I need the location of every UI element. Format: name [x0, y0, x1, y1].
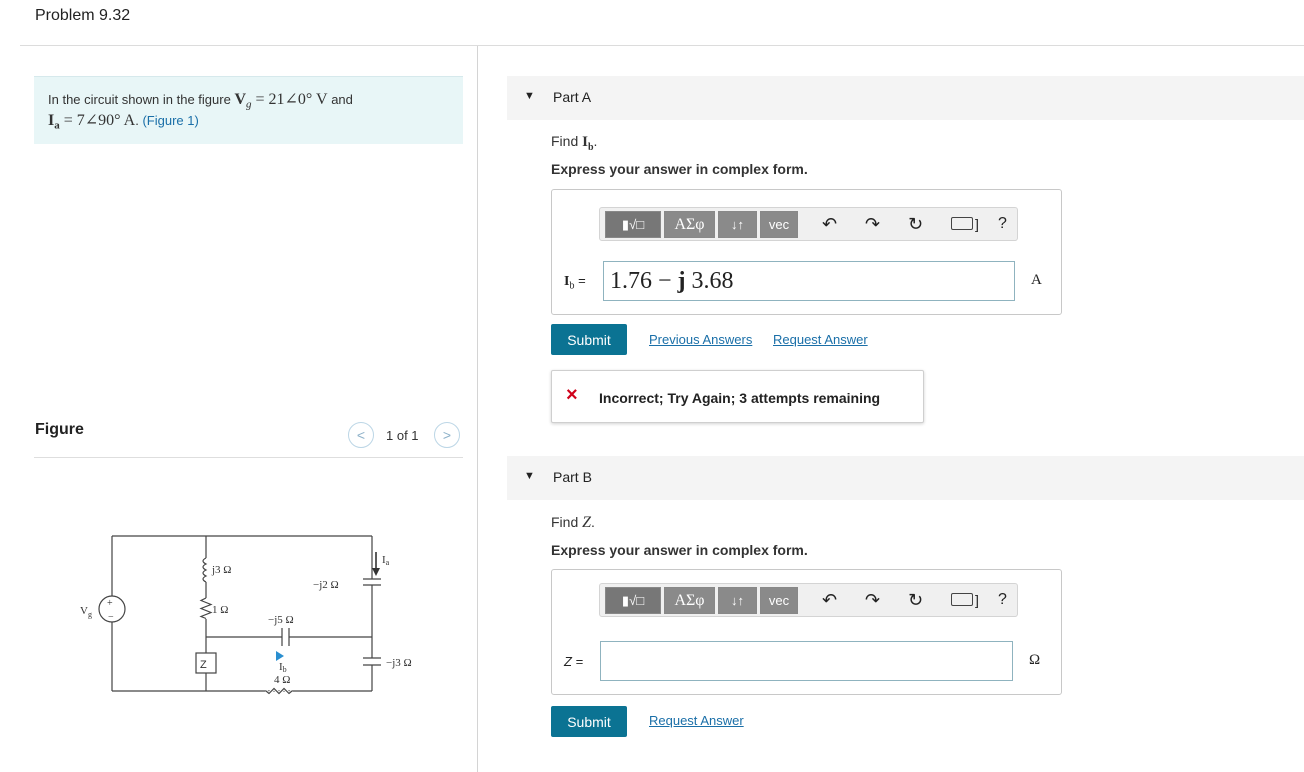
part-b-submit-button[interactable]: Submit [551, 706, 627, 737]
statement-line-2: Ia = 7∠90° A. (Figure 1) [48, 110, 199, 132]
part-b-request-answer-link[interactable]: Request Answer [649, 713, 744, 728]
capacitor-neg-j5 [281, 628, 290, 646]
part-a-answer-input[interactable]: 1.76 − j 3.68 [603, 261, 1015, 301]
help-icon[interactable]: ? [998, 590, 1007, 610]
part-a-question: Find Ib. [551, 133, 597, 153]
subscript-button[interactable]: ↓↑ [718, 211, 757, 238]
j3-label: j3 Ω [211, 564, 231, 576]
symbols-button[interactable]: ΑΣφ [664, 587, 715, 614]
caret-down-icon: ▼ [524, 90, 535, 102]
find-prefix: Find [551, 133, 583, 149]
find-suffix: . [591, 514, 595, 530]
math-toolbar-a: ▮√□ ΑΣφ ↓↑ vec ↶ ↷ ↻ ] ? [599, 207, 1018, 241]
problem-title: Problem 9.32 [35, 7, 131, 24]
feedback-message: Incorrect; Try Again; 3 attempts remaini… [599, 390, 881, 406]
capacitor-neg-j3 [363, 657, 381, 666]
statement-line-1: In the circuit shown in the figure Vg = … [48, 89, 353, 111]
part-a-answer-box: ▮√□ ΑΣφ ↓↑ vec ↶ ↷ ↻ ] ? Ib = 1.76 − j 3… [551, 189, 1062, 315]
symbols-button[interactable]: ΑΣφ [664, 211, 715, 238]
answer-real: 1.76 − [610, 268, 678, 294]
part-b-question: Find Z. [551, 514, 595, 532]
redo-icon[interactable]: ↷ [865, 214, 880, 234]
template-icon: ▮√□ [621, 216, 645, 232]
incorrect-icon: × [566, 384, 578, 406]
part-a-submit-button[interactable]: Submit [551, 324, 627, 355]
find-prefix: Find [551, 514, 583, 530]
source-minus: − [108, 612, 114, 623]
statement-prefix: In the circuit shown in the figure [48, 92, 235, 107]
z-label: Z [200, 659, 207, 671]
part-b-unit: Ω [1029, 652, 1041, 668]
part-b-answer-input[interactable] [600, 641, 1013, 681]
r1-label: 1 Ω [212, 604, 228, 616]
answer-j: j [677, 268, 686, 294]
undo-icon[interactable]: ↶ [822, 590, 837, 610]
figure-pager-text: 1 of 1 [386, 428, 419, 443]
circuit-diagram: Vg + − j3 Ω 1 Ω Z −j5 Ω Ib 4 Ω −j2 Ω Ia … [80, 535, 412, 696]
figure-divider [34, 457, 463, 458]
find-suffix: . [593, 133, 598, 149]
part-a-request-answer-link[interactable]: Request Answer [773, 332, 868, 347]
part-b-answer-label: Z = [564, 654, 584, 669]
find-var: Z [582, 514, 592, 531]
vec-button[interactable]: vec [760, 587, 798, 614]
capacitor-neg-j2 [363, 578, 381, 586]
inductor-j3 [202, 557, 208, 583]
vec-button[interactable]: vec [760, 211, 798, 238]
previous-answers-link[interactable]: Previous Answers [649, 332, 752, 347]
header-divider [20, 45, 1304, 46]
figure-prev-button[interactable]: < [348, 422, 374, 448]
part-a-answer-label: Ib = [564, 273, 586, 292]
r4-label: 4 Ω [274, 674, 290, 686]
template-button[interactable]: ▮√□ [605, 211, 661, 238]
part-a-unit: A [1031, 272, 1042, 288]
feedback-box: × Incorrect; Try Again; 3 attempts remai… [551, 370, 924, 423]
figure-link[interactable]: (Figure 1) [142, 113, 198, 128]
ia-arrow-head [372, 568, 380, 576]
ia-value: = 7∠90° A [59, 112, 136, 129]
caret-down-icon: ▼ [524, 470, 535, 482]
part-b-title: Part B [553, 469, 592, 485]
help-icon[interactable]: ? [998, 214, 1007, 234]
and-text: and [327, 92, 353, 107]
reset-icon[interactable]: ↻ [908, 214, 923, 234]
subscript-button[interactable]: ↓↑ [718, 587, 757, 614]
ia-label: Ia [382, 554, 390, 567]
math-toolbar-b: ▮√□ ΑΣφ ↓↑ vec ↶ ↷ ↻ ] ? [599, 583, 1018, 617]
template-button[interactable]: ▮√□ [605, 587, 661, 614]
answer-imag: 3.68 [685, 268, 734, 294]
vg-value: = 21∠0° V [251, 91, 328, 108]
problem-statement: In the circuit shown in the figure Vg = … [34, 76, 463, 144]
ib-arrow-head [276, 651, 284, 661]
undo-icon[interactable]: ↶ [822, 214, 837, 234]
part-a-instruction: Express your answer in complex form. [551, 161, 808, 177]
source-label: Vg [80, 605, 92, 619]
resistor-1ohm [199, 597, 213, 620]
template-icon: ▮√□ [621, 592, 645, 608]
vg-symbol: V [234, 91, 246, 108]
panel-divider [477, 46, 478, 772]
part-a-header[interactable]: ▼ Part A [507, 76, 1304, 120]
ib-label: Ib [279, 661, 287, 674]
part-b-header[interactable]: ▼ Part B [507, 456, 1304, 500]
reset-icon[interactable]: ↻ [908, 590, 923, 610]
neg-j3-label: −j3 Ω [386, 657, 412, 669]
answer-label-eq: = [574, 273, 586, 288]
part-a-title: Part A [553, 89, 592, 105]
part-b-instruction: Express your answer in complex form. [551, 542, 808, 558]
chevron-left-icon: < [356, 427, 366, 443]
figure-label: Figure [35, 421, 84, 438]
chevron-right-icon: > [442, 427, 452, 443]
redo-icon[interactable]: ↷ [865, 590, 880, 610]
neg-j5-label: −j5 Ω [268, 614, 294, 626]
part-b-answer-box: ▮√□ ΑΣφ ↓↑ vec ↶ ↷ ↻ ] ? Z = Ω [551, 569, 1062, 695]
keyboard-bracket: ] [975, 592, 979, 608]
keyboard-bracket: ] [975, 216, 979, 232]
source-plus: + [107, 598, 113, 609]
neg-j2-label: −j2 Ω [313, 579, 339, 591]
keyboard-icon[interactable] [951, 217, 973, 230]
figure-next-button[interactable]: > [434, 422, 460, 448]
keyboard-icon[interactable] [951, 593, 973, 606]
